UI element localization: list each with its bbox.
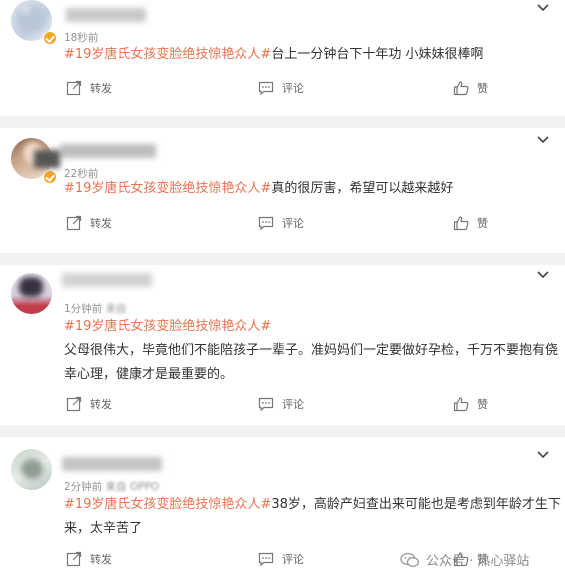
divider [0,425,565,437]
comment-icon [258,215,274,231]
post-3: 1分钟前 来自 #19岁唐氏女孩变脸绝技惊艳众人# 父母很伟大，毕竟他们不能陪孩… [0,265,565,425]
comment-button[interactable]: 评论 [258,80,304,96]
repost-button[interactable]: 转发 [66,80,112,96]
avatar[interactable] [11,273,52,314]
post-time: 1分钟前 来自 [64,303,127,315]
username[interactable] [66,8,146,22]
chevron-down-icon[interactable] [535,269,551,281]
post-1: 18秒前 #19岁唐氏女孩变脸绝技惊艳众人#台上一分钟台下十年功 小妹妹很棒啊 … [0,0,565,122]
verified-badge-icon [43,170,57,184]
topic-link[interactable]: #19岁唐氏女孩变脸绝技惊艳众人# [64,47,271,62]
username[interactable] [62,457,162,471]
wechat-icon [400,552,420,567]
comment-button[interactable]: 评论 [258,396,304,412]
topic-link[interactable]: #19岁唐氏女孩变脸绝技惊艳众人# [64,319,271,334]
avatar[interactable] [11,449,52,490]
username[interactable] [62,273,152,287]
post-text: #19岁唐氏女孩变脸绝技惊艳众人# 父母很伟大，毕竟他们不能陪孩子一辈子。准妈妈… [64,319,559,382]
topic-link[interactable]: #19岁唐氏女孩变脸绝技惊艳众人# [64,181,271,196]
username[interactable] [60,144,156,158]
post-text: #19岁唐氏女孩变脸绝技惊艳众人#真的很厉害，希望可以越来越好 [64,181,454,196]
post-time: 18秒前 [64,32,99,44]
repost-icon [66,215,82,231]
topic-link[interactable]: #19岁唐氏女孩变脸绝技惊艳众人# [64,497,271,512]
comment-button[interactable]: 评论 [258,215,304,231]
repost-icon [66,551,82,567]
post-text: #19岁唐氏女孩变脸绝技惊艳众人#38岁，高龄产妇查出来可能也是考虑到年龄才生下… [64,497,561,536]
comment-icon [258,551,274,567]
post-text: #19岁唐氏女孩变脸绝技惊艳众人#台上一分钟台下十年功 小妹妹很棒啊 [64,47,484,62]
like-icon [453,80,469,96]
like-button[interactable]: 赞 [453,396,488,412]
verified-badge-icon [43,31,57,45]
repost-icon [66,396,82,412]
divider [0,253,565,265]
watermark: 公众号 · 热心驿站 [400,550,529,569]
repost-button[interactable]: 转发 [66,551,112,567]
like-button[interactable]: 赞 [453,215,488,231]
chevron-down-icon[interactable] [535,449,551,461]
action-bar: 转发 评论 赞 [0,80,565,100]
comment-icon [258,80,274,96]
repost-button[interactable]: 转发 [66,215,112,231]
action-bar: 转发 评论 赞 [0,396,565,416]
like-icon [453,396,469,412]
like-icon [453,215,469,231]
action-bar: 转发 评论 赞 [0,215,565,235]
post-time: 2分钟前 来自 OPPO [64,481,160,493]
comment-icon [258,396,274,412]
repost-icon [66,80,82,96]
comment-button[interactable]: 评论 [258,551,304,567]
post-2: 22秒前 #19岁唐氏女孩变脸绝技惊艳众人#真的很厉害，希望可以越来越好 转发 … [0,128,565,252]
divider [0,116,565,128]
repost-button[interactable]: 转发 [66,396,112,412]
chevron-down-icon[interactable] [535,2,551,14]
like-button[interactable]: 赞 [453,80,488,96]
chevron-down-icon[interactable] [535,134,551,146]
